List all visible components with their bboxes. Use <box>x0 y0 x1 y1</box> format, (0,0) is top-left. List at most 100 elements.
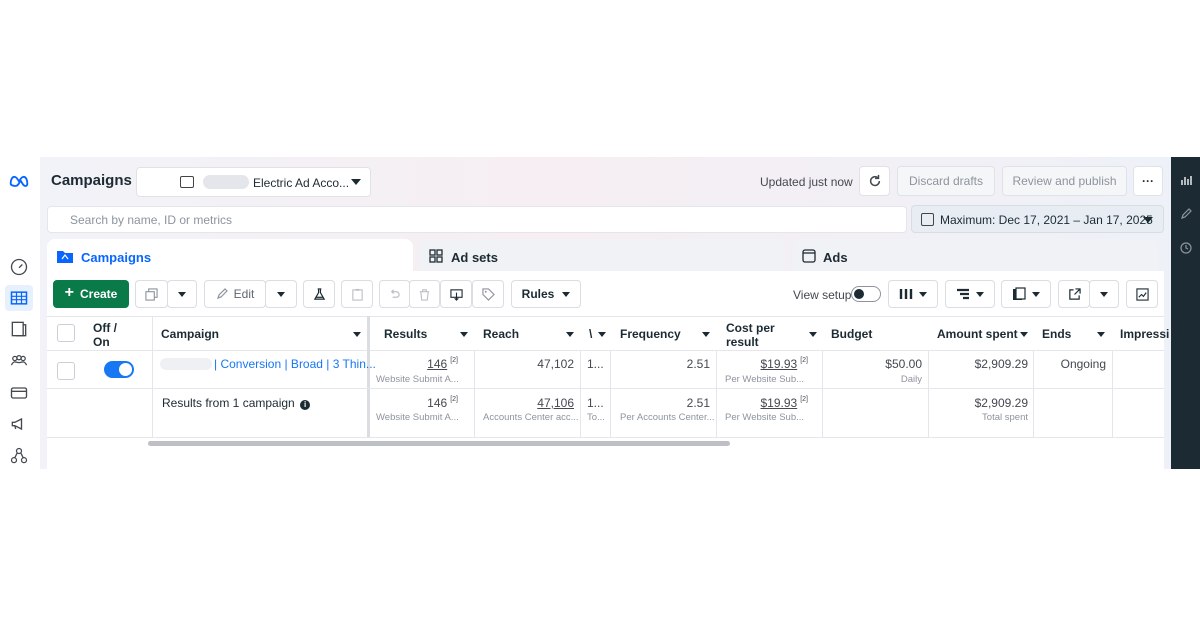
summary-cost-value[interactable]: $19.93 <box>761 396 798 410</box>
campaign-name-link[interactable]: | Conversion | Broad | 3 Thin... <box>214 357 376 371</box>
grid-icon <box>429 249 443 263</box>
tab-label: Campaigns <box>81 250 152 265</box>
date-range-picker[interactable]: Maximum: Dec 17, 2021 – Jan 17, 2025 <box>911 205 1164 233</box>
cost-ref: [2] <box>800 357 808 364</box>
row-checkbox[interactable] <box>57 362 75 380</box>
tab-ad-sets[interactable]: Ad sets <box>419 239 785 271</box>
col-amount-spent[interactable]: Amount spent <box>937 327 1018 341</box>
col-impressions[interactable]: Impressi <box>1120 327 1169 341</box>
external-link-icon <box>1068 287 1081 300</box>
table-icon[interactable] <box>5 285 33 311</box>
discard-drafts-button[interactable]: Discard drafts <box>897 166 995 196</box>
rules-button[interactable]: Rules <box>511 280 581 308</box>
breakdown-button[interactable] <box>945 280 995 308</box>
row-amount-spent: $2,909.29 <box>974 357 1028 371</box>
results-value[interactable]: 146 <box>427 357 447 371</box>
pencil-icon <box>216 288 228 299</box>
billing-icon[interactable] <box>8 382 30 404</box>
select-all-checkbox[interactable] <box>57 324 75 342</box>
info-icon[interactable]: i <box>300 400 311 410</box>
col-divider <box>822 351 823 438</box>
redacted-campaign-prefix <box>160 358 212 370</box>
edit-label: Edit <box>233 287 255 301</box>
sort-icon[interactable] <box>460 332 468 337</box>
duplicate-menu-button[interactable] <box>167 280 197 308</box>
col-cost-line1: Cost per <box>726 321 775 335</box>
summary-results-sub: Website Submit A... <box>376 412 459 423</box>
megaphone-icon[interactable] <box>8 413 30 435</box>
horizontal-scrollbar[interactable] <box>148 441 730 446</box>
tag-button[interactable] <box>472 280 504 308</box>
sort-icon[interactable] <box>1097 332 1105 337</box>
col-divider <box>580 351 581 438</box>
gauge-icon[interactable] <box>8 256 30 278</box>
col-results[interactable]: Results <box>384 327 427 341</box>
col-cost-per-result[interactable]: Cost per result <box>726 321 775 349</box>
row-frequency: 2.51 <box>686 357 710 371</box>
flask-icon <box>313 287 325 300</box>
edit-button[interactable]: Edit <box>204 280 266 308</box>
columns-button[interactable] <box>888 280 938 308</box>
sort-icon[interactable] <box>353 332 361 337</box>
view-setup-label: View setup <box>793 288 852 302</box>
summary-frequency-sub: Per Accounts Center... <box>620 412 714 423</box>
duplicate-button[interactable] <box>135 280 168 308</box>
share-menu-button[interactable] <box>1089 280 1119 308</box>
clipboard-icon <box>351 288 363 301</box>
more-options-button[interactable]: ··· <box>1133 166 1163 196</box>
right-side-panel <box>1171 157 1200 469</box>
sort-icon[interactable] <box>566 332 574 337</box>
ab-test-button[interactable] <box>303 280 335 308</box>
network-icon[interactable] <box>8 445 30 467</box>
meta-logo-icon[interactable] <box>8 170 30 192</box>
summary-cost: $19.93 [2] <box>722 396 809 410</box>
pencil-icon[interactable] <box>1180 207 1192 219</box>
sort-icon[interactable] <box>809 332 817 337</box>
chevron-down-icon <box>351 179 361 185</box>
refresh-button[interactable] <box>859 166 890 196</box>
clock-icon[interactable] <box>1180 241 1192 254</box>
chevron-down-icon <box>178 291 186 297</box>
clipboard-button[interactable] <box>341 280 373 308</box>
col-budget[interactable]: Budget <box>831 327 872 341</box>
edit-menu-button[interactable] <box>265 280 297 308</box>
tab-campaigns[interactable]: Campaigns <box>47 239 413 271</box>
summary-reach-value[interactable]: 47,106 <box>537 396 574 410</box>
col-cost-line2: result <box>726 335 759 349</box>
tab-ads[interactable]: Ads <box>792 239 1158 271</box>
sort-icon[interactable] <box>598 332 606 337</box>
search-bar[interactable] <box>47 206 907 233</box>
col-ends[interactable]: Ends <box>1042 327 1071 341</box>
col-campaign[interactable]: Campaign <box>161 327 219 341</box>
charts-button[interactable] <box>1126 280 1158 308</box>
summary-results-value: 146 <box>427 396 448 410</box>
campaign-on-toggle[interactable] <box>104 361 134 378</box>
col-off-on[interactable]: Off / On <box>93 321 117 349</box>
account-selector[interactable]: Electric Ad Acco... <box>136 167 371 197</box>
create-button[interactable]: + Create <box>53 280 129 308</box>
delete-button[interactable] <box>409 280 440 308</box>
col-reach[interactable]: Reach <box>483 327 519 341</box>
reports-button[interactable] <box>1001 280 1051 308</box>
review-and-publish-button[interactable]: Review and publish <box>1002 166 1127 196</box>
sort-icon[interactable] <box>1020 332 1028 337</box>
updated-status: Updated just now <box>760 175 853 189</box>
sort-icon[interactable] <box>702 332 710 337</box>
share-button[interactable] <box>1058 280 1090 308</box>
chart-icon[interactable] <box>1180 173 1192 185</box>
col-divider <box>152 316 153 438</box>
trend-chart-icon <box>1135 287 1149 301</box>
left-navigation-rail <box>0 157 40 469</box>
folder-icon <box>57 251 73 263</box>
search-input[interactable] <box>48 207 906 232</box>
results-ref: [2] <box>450 357 458 364</box>
col-truncated[interactable]: \ <box>589 327 592 341</box>
undo-button[interactable] <box>379 280 410 308</box>
view-setup-toggle[interactable] <box>851 286 881 302</box>
export-button[interactable] <box>440 280 472 308</box>
cost-value[interactable]: $19.93 <box>761 357 798 371</box>
redacted-account-id <box>203 175 249 189</box>
col-frequency[interactable]: Frequency <box>620 327 681 341</box>
audience-icon[interactable] <box>8 350 30 372</box>
pages-icon[interactable] <box>8 318 30 340</box>
